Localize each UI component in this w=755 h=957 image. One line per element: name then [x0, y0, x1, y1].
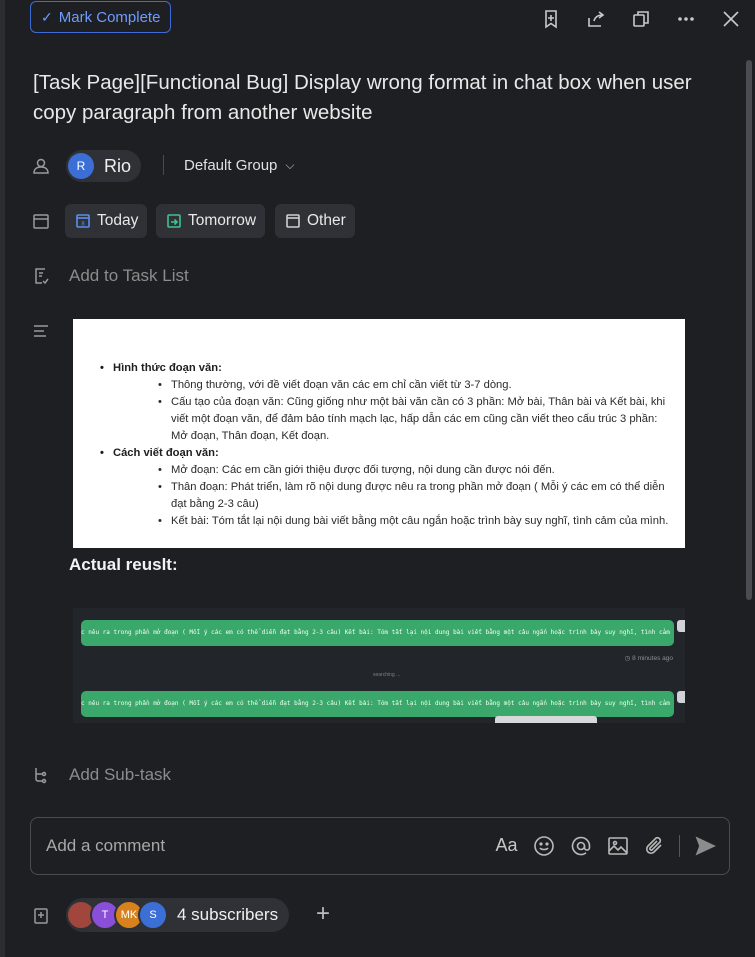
mark-complete-label: Mark Complete [58, 8, 161, 26]
timestamp: ◷ 8 minutes ago [624, 655, 673, 662]
subtask-row[interactable]: Add Sub-task [30, 764, 171, 786]
text-format-icon[interactable]: Aa [494, 833, 519, 858]
date-row [30, 210, 52, 232]
subscribe-icon[interactable] [30, 905, 52, 927]
date-today-label: Today [97, 212, 139, 229]
share-icon[interactable] [582, 5, 610, 33]
emoji-icon[interactable] [531, 833, 556, 858]
list-item: Thông thường, với đề viết đoạn văn các e… [113, 377, 685, 394]
divider [163, 155, 164, 175]
chat-bubble: c nêu ra trong phần mở đoạn ( Mỗi ý các … [81, 620, 674, 646]
calendar-other-icon [286, 214, 300, 228]
close-icon[interactable] [717, 5, 745, 33]
description-image-expected[interactable]: Hình thức đoạn văn: Thông thường, với đề… [73, 319, 685, 548]
list-item: Hình thức đoạn văn: Thông thường, với đề… [73, 360, 685, 445]
mention-icon[interactable] [568, 833, 593, 858]
subscribers-pill[interactable]: T MK S 4 subscribers [66, 898, 290, 932]
attachment-icon[interactable] [642, 833, 667, 858]
assignee-chip[interactable]: R Rio [66, 150, 142, 182]
description-row [30, 320, 52, 342]
checkmark-icon: ✓ [41, 8, 53, 25]
chat-bubble: c nêu ra trong phần mở đoạn ( Mỗi ý các … [81, 691, 674, 717]
mark-complete-button[interactable]: ✓ Mark Complete [30, 1, 172, 33]
avatar: R [68, 153, 94, 179]
calendar-arrow-icon [167, 214, 181, 228]
list-item: Cách viết đoạn văn: Mở đoạn: Các em cần … [73, 445, 685, 530]
add-to-task-list[interactable]: Add to Task List [69, 266, 189, 286]
avatar: S [138, 900, 168, 930]
divider [679, 834, 680, 857]
date-other-label: Other [307, 212, 346, 229]
scrollbar[interactable] [746, 60, 752, 600]
list-item: Cấu tạo của đoạn văn: Cũng giống như một… [113, 394, 685, 445]
task-list-icon [30, 265, 52, 287]
more-icon[interactable] [672, 5, 700, 33]
bookmark-add-icon[interactable] [537, 5, 565, 33]
add-subtask[interactable]: Add Sub-task [69, 765, 171, 785]
image-icon[interactable] [605, 833, 630, 858]
list-item: Thân đoạn: Phát triển, làm rõ nội dung đ… [113, 479, 685, 513]
task-list-row[interactable]: Add to Task List [30, 265, 189, 287]
date-tomorrow-button[interactable]: Tomorrow [156, 204, 266, 238]
top-toolbar: ✓ Mark Complete [30, 1, 745, 36]
comment-placeholder: Add a comment [46, 836, 166, 855]
subtask-icon [30, 764, 52, 786]
bubble-handle [677, 620, 685, 632]
bubble-handle [677, 691, 685, 703]
assignee-row [30, 155, 52, 177]
list-item: Mở đoạn: Các em cần giới thiệu được đối … [113, 462, 685, 479]
group-label: Default Group [184, 157, 278, 174]
calendar-today-icon: 8 [76, 214, 90, 228]
group-select[interactable]: Default Group ⌵ [184, 157, 295, 174]
actual-result-label: Actual reuslt: [69, 555, 178, 574]
date-tomorrow-label: Tomorrow [188, 212, 257, 229]
window-edge [0, 0, 5, 957]
assignee-name: Rio [104, 155, 132, 176]
send-icon[interactable] [692, 833, 717, 858]
searching-text: searching ... [373, 672, 401, 678]
date-other-button[interactable]: Other [275, 204, 355, 238]
calendar-icon [30, 210, 52, 232]
task-title[interactable]: [Task Page][Functional Bug] Display wron… [33, 68, 713, 128]
description-image-actual[interactable]: c nêu ra trong phần mở đoạn ( Mỗi ý các … [73, 608, 685, 723]
description-icon [30, 320, 52, 342]
list-item: Kết bài: Tóm tắt lại nội dung bài viết b… [113, 513, 685, 530]
subscriber-count: 4 subscribers [177, 905, 279, 924]
image-footer-bar [495, 716, 597, 723]
copy-icon[interactable] [627, 5, 655, 33]
date-today-button[interactable]: 8 Today [65, 204, 148, 238]
subscribers-row [30, 905, 52, 927]
person-icon [30, 155, 52, 177]
chevron-down-icon: ⌵ [285, 158, 295, 172]
comment-input[interactable]: Add a comment Aa [30, 817, 730, 875]
add-subscriber-button[interactable]: + [316, 902, 330, 926]
